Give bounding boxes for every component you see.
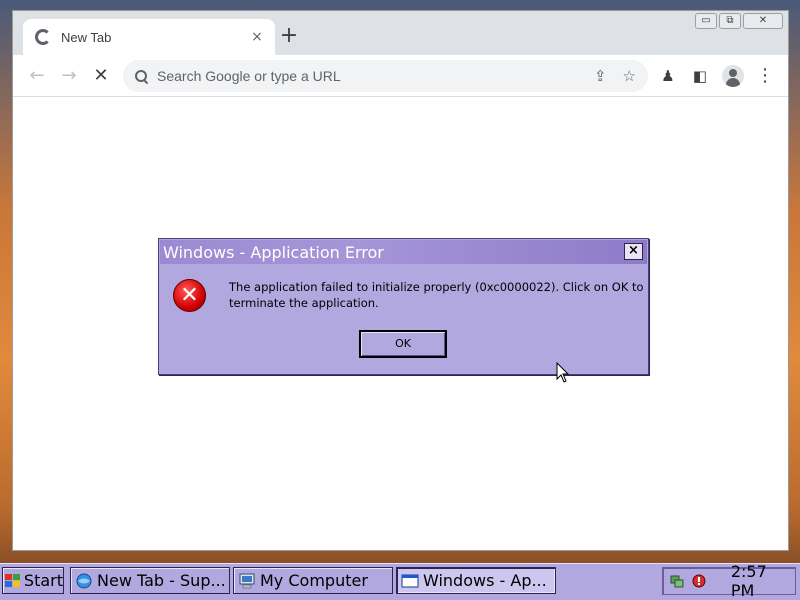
windows-logo-icon [5,573,21,588]
omnibox[interactable]: ⇪ ☆ [123,60,648,92]
extensions-icon[interactable]: ♟ [656,64,680,88]
dialog-title: Windows - Application Error [163,242,384,262]
application-error-dialog: Windows - Application Error × ✕ The appl… [158,238,649,375]
chrome-loading-icon [35,29,51,45]
menu-icon[interactable]: ⋮ [753,64,777,88]
tab-new-tab[interactable]: New Tab × [23,19,275,55]
back-icon[interactable]: ← [25,64,49,88]
forward-icon[interactable]: → [57,64,81,88]
search-icon [135,70,147,82]
taskbar-item-new-tab[interactable]: New Tab - Sup... [70,567,230,594]
network-icon[interactable] [669,573,685,589]
my-computer-icon [239,573,255,588]
browser-toolbar: ← → ✕ ⇪ ☆ ♟ ◧ ⋮ [13,55,788,97]
stop-loading-icon[interactable]: ✕ [89,64,113,88]
restore-button[interactable]: ⧉ [719,13,741,29]
bookmark-star-icon[interactable]: ☆ [623,67,636,85]
profile-avatar-icon[interactable] [722,65,744,87]
start-button[interactable]: Start [2,567,64,594]
start-label: Start [23,571,63,590]
security-alert-icon[interactable] [691,573,707,589]
tab-title: New Tab [61,29,112,45]
mouse-cursor-icon [556,362,570,383]
browser-icon [76,573,92,588]
error-icon: ✕ [173,279,206,312]
window-icon [401,574,419,587]
system-tray: 2:57 PM [662,562,796,600]
new-tab-button[interactable]: + [275,23,303,51]
dialog-titlebar[interactable]: Windows - Application Error × [160,240,647,264]
ok-button[interactable]: OK [359,330,447,358]
tab-close-icon[interactable]: × [249,29,265,45]
error-message: The application failed to initialize pro… [229,280,644,310]
dialog-close-icon[interactable]: × [624,243,643,260]
address-bar-input[interactable] [157,68,578,84]
taskbar-item-my-computer[interactable]: My Computer [233,567,393,594]
taskbar-item-label: My Computer [260,571,368,590]
taskbar: Start New Tab - Sup... My Computer Windo… [0,562,800,600]
side-panel-icon[interactable]: ◧ [688,64,712,88]
minimize-button[interactable]: ▭ [695,13,717,29]
taskbar-item-label: Windows - Ap... [423,571,547,590]
clock[interactable]: 2:57 PM [731,562,795,600]
share-icon[interactable]: ⇪ [594,67,607,85]
taskbar-item-application-error[interactable]: Windows - Ap... [396,567,556,594]
window-close-button[interactable]: ✕ [743,13,783,29]
tab-strip: New Tab × + ▭ ⧉ ✕ [13,11,788,55]
taskbar-item-label: New Tab - Sup... [97,571,226,590]
